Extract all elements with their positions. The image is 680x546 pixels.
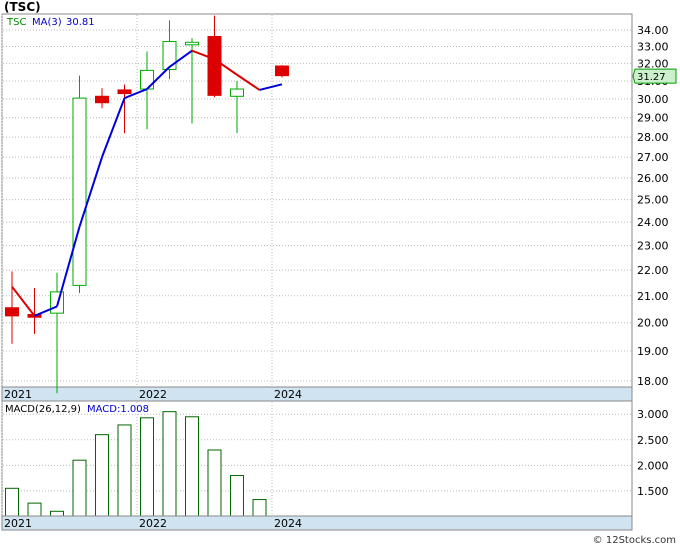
candle-body bbox=[275, 65, 289, 77]
macd-bar bbox=[27, 502, 42, 517]
price-y-tick-label: 23.00 bbox=[637, 240, 669, 253]
last-price-marker: 31.27 bbox=[632, 68, 677, 84]
macd-y-tick-labels: 1.500 2.000 2.500 3.000 bbox=[637, 408, 669, 498]
macd-bar bbox=[140, 417, 154, 517]
candle-body bbox=[5, 307, 19, 317]
macd-bar bbox=[50, 510, 64, 517]
macd-bar bbox=[252, 499, 267, 517]
macd-y-tick-label: 1.500 bbox=[637, 485, 669, 498]
candle bbox=[72, 75, 87, 294]
price-x-tick-label: 2022 bbox=[139, 388, 167, 401]
price-y-tick-label: 34.00 bbox=[637, 24, 669, 37]
price-x-axis-band bbox=[1, 386, 633, 402]
candle-body bbox=[72, 97, 87, 286]
candle-body bbox=[185, 41, 199, 46]
last-price-label: 31.27 bbox=[637, 72, 666, 83]
macd-bar bbox=[185, 416, 199, 517]
price-y-tick-label: 27.00 bbox=[637, 151, 669, 164]
price-y-tick-label: 29.00 bbox=[637, 112, 669, 125]
price-y-tick-label: 25.00 bbox=[637, 194, 669, 207]
macd-x-axis-band bbox=[1, 515, 633, 531]
price-y-tick-label: 26.00 bbox=[637, 172, 669, 185]
price-y-tick-label: 21.00 bbox=[637, 290, 669, 303]
price-y-tick-label: 22.00 bbox=[637, 264, 669, 277]
candle-body bbox=[207, 36, 222, 96]
candle-body bbox=[95, 95, 109, 104]
price-plot-area bbox=[1, 13, 633, 402]
macd-bar bbox=[162, 411, 177, 517]
footer-credit: © 12Stocks.com bbox=[593, 535, 676, 546]
price-y-tick-label: 19.00 bbox=[637, 345, 669, 358]
candle-body bbox=[140, 69, 154, 90]
page-title: (TSC) bbox=[4, 0, 41, 14]
macd-value: MACD:1.008 bbox=[87, 404, 149, 415]
macd-bar bbox=[95, 434, 109, 517]
candle bbox=[275, 65, 289, 78]
price-x-tick-label: 2021 bbox=[4, 388, 32, 401]
stock-chart: 18.00 19.00 20.00 21.00 22.00 23.00 24.00 25.00… bbox=[1, 13, 677, 546]
price-y-tick-label: 18.00 bbox=[637, 375, 669, 388]
price-y-tick-label: 30.00 bbox=[637, 93, 669, 106]
macd-y-tick-label: 3.000 bbox=[637, 408, 669, 421]
macd-panel: 1.500 2.000 2.500 3.000 2021 2022 2024 MACD(2… bbox=[1, 400, 669, 531]
macd-bar bbox=[72, 459, 87, 517]
macd-bar bbox=[207, 449, 222, 517]
macd-x-tick-label: 2021 bbox=[4, 517, 32, 530]
candle-body bbox=[230, 88, 244, 97]
macd-bar bbox=[5, 487, 19, 517]
price-y-tick-label: 33.00 bbox=[637, 40, 669, 53]
ma-value: 30.81 bbox=[66, 17, 95, 28]
price-y-tick-label: 24.00 bbox=[637, 216, 669, 229]
macd-bar bbox=[230, 475, 244, 517]
price-x-tick-label: 2024 bbox=[274, 388, 302, 401]
macd-x-tick-label: 2024 bbox=[274, 517, 302, 530]
macd-label: MACD(26,12,9) bbox=[5, 404, 81, 415]
macd-y-tick-label: 2.000 bbox=[637, 459, 669, 472]
ma-label: MA(3) bbox=[32, 17, 62, 28]
price-y-tick-label: 32.00 bbox=[637, 57, 669, 70]
ticker-label: TSC bbox=[6, 17, 26, 28]
candle-body bbox=[50, 291, 64, 314]
price-panel: 18.00 19.00 20.00 21.00 22.00 23.00 24.00 25.00… bbox=[1, 13, 677, 402]
candle-body bbox=[162, 40, 177, 71]
macd-bar bbox=[117, 424, 132, 517]
price-y-tick-label: 20.00 bbox=[637, 317, 669, 330]
candle-body bbox=[117, 89, 132, 95]
macd-y-tick-label: 2.500 bbox=[637, 434, 669, 447]
price-y-tick-label: 28.00 bbox=[637, 131, 669, 144]
macd-x-tick-label: 2022 bbox=[139, 517, 167, 530]
